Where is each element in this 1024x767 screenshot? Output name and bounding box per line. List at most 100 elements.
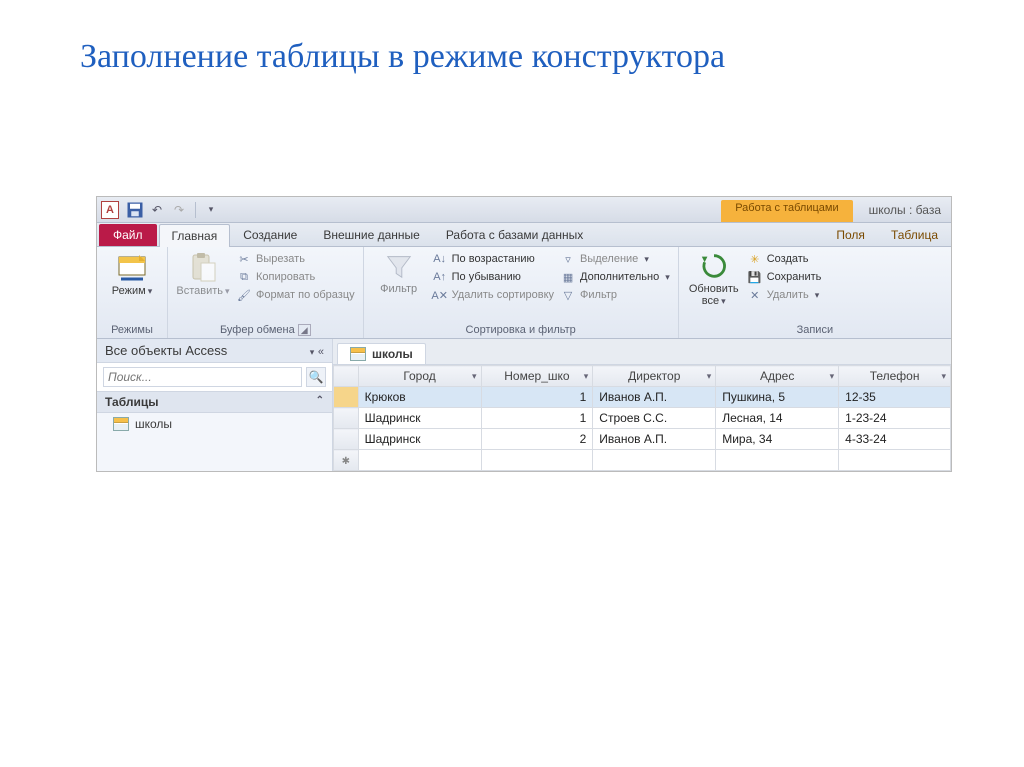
document-tab-label: школы (372, 347, 413, 361)
tab-fields[interactable]: Поля (823, 223, 878, 246)
cell-num[interactable]: 1 (481, 387, 593, 408)
nav-section-collapse-icon: ⌃ (316, 395, 324, 409)
tab-file[interactable]: Файл (99, 224, 157, 246)
tab-create[interactable]: Создание (230, 223, 310, 246)
cell-director[interactable]: Иванов А.П. (593, 429, 716, 450)
table-row[interactable]: Шадринск 1 Строев С.С. Лесная, 14 1-23-2… (334, 408, 951, 429)
navigation-pane: Все объекты Access « 🔍 Таблицы ⌃ школы (97, 339, 333, 471)
undo-icon[interactable]: ↶ (147, 200, 167, 220)
cell[interactable] (839, 450, 951, 471)
delete-record-button[interactable]: ✕Удалить (747, 287, 822, 303)
copy-button[interactable]: ⧉Копировать (236, 269, 355, 285)
format-painter-button[interactable]: 🖌 Формат по образцу (236, 287, 355, 303)
sort-asc-label: По возрастанию (452, 253, 535, 265)
tab-database-tools[interactable]: Работа с базами данных (433, 223, 596, 246)
new-record-button[interactable]: ✳Создать (747, 251, 822, 267)
ribbon: Режим Режимы Вставить ✂ Вырезать ⧉Копиров… (97, 247, 951, 339)
save-label: Сохранить (767, 271, 822, 283)
refresh-all-button[interactable]: Обновить все (687, 251, 741, 307)
column-header[interactable]: Директор▾ (593, 366, 716, 387)
clear-sort-label: Удалить сортировку (452, 289, 554, 301)
nav-pane-header[interactable]: Все объекты Access « (97, 339, 332, 363)
sort-asc-icon: A↓ (432, 251, 448, 267)
window-title: школы : база (869, 203, 947, 217)
cell[interactable] (358, 450, 481, 471)
document-tab[interactable]: школы (337, 343, 426, 364)
group-clipboard-label: Буфер обмена ◢ (176, 322, 355, 336)
cell[interactable] (481, 450, 593, 471)
cell-num[interactable]: 2 (481, 429, 593, 450)
cell-addr[interactable]: Пушкина, 5 (716, 387, 839, 408)
sort-asc-button[interactable]: A↓ По возрастанию (432, 251, 554, 267)
save-record-icon: 💾 (747, 269, 763, 285)
row-selector[interactable] (334, 387, 359, 408)
nav-header-controls: « (308, 343, 324, 358)
nav-section-tables[interactable]: Таблицы ⌃ (97, 392, 332, 413)
table-row[interactable]: Шадринск 2 Иванов А.П. Мира, 34 4-33-24 (334, 429, 951, 450)
search-input[interactable] (103, 367, 302, 387)
brush-icon: 🖌 (236, 287, 252, 303)
nav-dropdown-icon[interactable] (308, 343, 315, 358)
cell-city[interactable]: Крюков (358, 387, 481, 408)
cell-num[interactable]: 1 (481, 408, 593, 429)
advanced-filter-button[interactable]: ▦Дополнительно (560, 269, 670, 285)
paste-button[interactable]: Вставить (176, 251, 230, 297)
selection-icon: ▿ (560, 251, 576, 267)
new-record-row[interactable] (334, 450, 951, 471)
datasheet[interactable]: Город▾ Номер_шко▾ Директор▾ Адрес▾ Телеф… (333, 365, 951, 471)
scissors-icon: ✂ (236, 251, 252, 267)
cell[interactable] (593, 450, 716, 471)
cell-addr[interactable]: Лесная, 14 (716, 408, 839, 429)
column-header[interactable]: Адрес▾ (716, 366, 839, 387)
tab-home[interactable]: Главная (159, 224, 231, 247)
column-header[interactable]: Город▾ (358, 366, 481, 387)
column-header[interactable]: Номер_шко▾ (481, 366, 593, 387)
save-record-button[interactable]: 💾 Сохранить (747, 269, 822, 285)
nav-item-label: школы (135, 417, 172, 431)
select-all-cell[interactable] (334, 366, 359, 387)
cell-addr[interactable]: Мира, 34 (716, 429, 839, 450)
clear-sort-button[interactable]: A✕Удалить сортировку (432, 287, 554, 303)
nav-item-table[interactable]: школы (97, 413, 332, 435)
data-grid[interactable]: Город▾ Номер_шко▾ Директор▾ Адрес▾ Телеф… (333, 365, 951, 471)
access-window: A ↶ ↷ Работа с таблицами школы : база Фа… (96, 196, 952, 472)
advanced-label: Дополнительно (580, 271, 659, 283)
view-button[interactable]: Режим (105, 251, 159, 297)
cell-city[interactable]: Шадринск (358, 429, 481, 450)
cell-director[interactable]: Иванов А.П. (593, 387, 716, 408)
new-label: Создать (767, 253, 809, 265)
nav-collapse-icon[interactable]: « (318, 346, 324, 358)
group-views: Режим Режимы (97, 247, 168, 338)
cut-label: Вырезать (256, 253, 305, 265)
save-icon[interactable] (125, 200, 145, 220)
tab-external-data[interactable]: Внешние данные (310, 223, 433, 246)
qat-customize-icon[interactable] (200, 200, 220, 220)
row-selector[interactable] (334, 408, 359, 429)
cell-city[interactable]: Шадринск (358, 408, 481, 429)
tab-table[interactable]: Таблица (878, 223, 951, 246)
redo-icon[interactable]: ↷ (169, 200, 189, 220)
selection-filter-button[interactable]: ▿Выделение (560, 251, 670, 267)
refresh-all-label: Обновить все (689, 283, 739, 307)
cell[interactable] (716, 450, 839, 471)
sort-desc-label: По убыванию (452, 271, 521, 283)
toggle-filter-button[interactable]: ▽Фильтр (560, 287, 670, 303)
cell-director[interactable]: Строев С.С. (593, 408, 716, 429)
sort-desc-button[interactable]: A↑По убыванию (432, 269, 554, 285)
copy-label: Копировать (256, 271, 315, 283)
cell-phone[interactable]: 4-33-24 (839, 429, 951, 450)
search-icon[interactable]: 🔍 (306, 367, 326, 387)
header-row: Город▾ Номер_шко▾ Директор▾ Адрес▾ Телеф… (334, 366, 951, 387)
row-selector[interactable] (334, 450, 359, 471)
group-views-label: Режимы (105, 322, 159, 336)
title-bar: A ↶ ↷ Работа с таблицами школы : база (97, 197, 951, 223)
toggle-filter-label: Фильтр (580, 289, 617, 301)
column-header[interactable]: Телефон▾ (839, 366, 951, 387)
table-row[interactable]: Крюков 1 Иванов А.П. Пушкина, 5 12-35 (334, 387, 951, 408)
filter-button[interactable]: Фильтр (372, 251, 426, 295)
row-selector[interactable] (334, 429, 359, 450)
cell-phone[interactable]: 12-35 (839, 387, 951, 408)
cut-button[interactable]: ✂ Вырезать (236, 251, 355, 267)
cell-phone[interactable]: 1-23-24 (839, 408, 951, 429)
format-painter-label: Формат по образцу (256, 289, 355, 301)
